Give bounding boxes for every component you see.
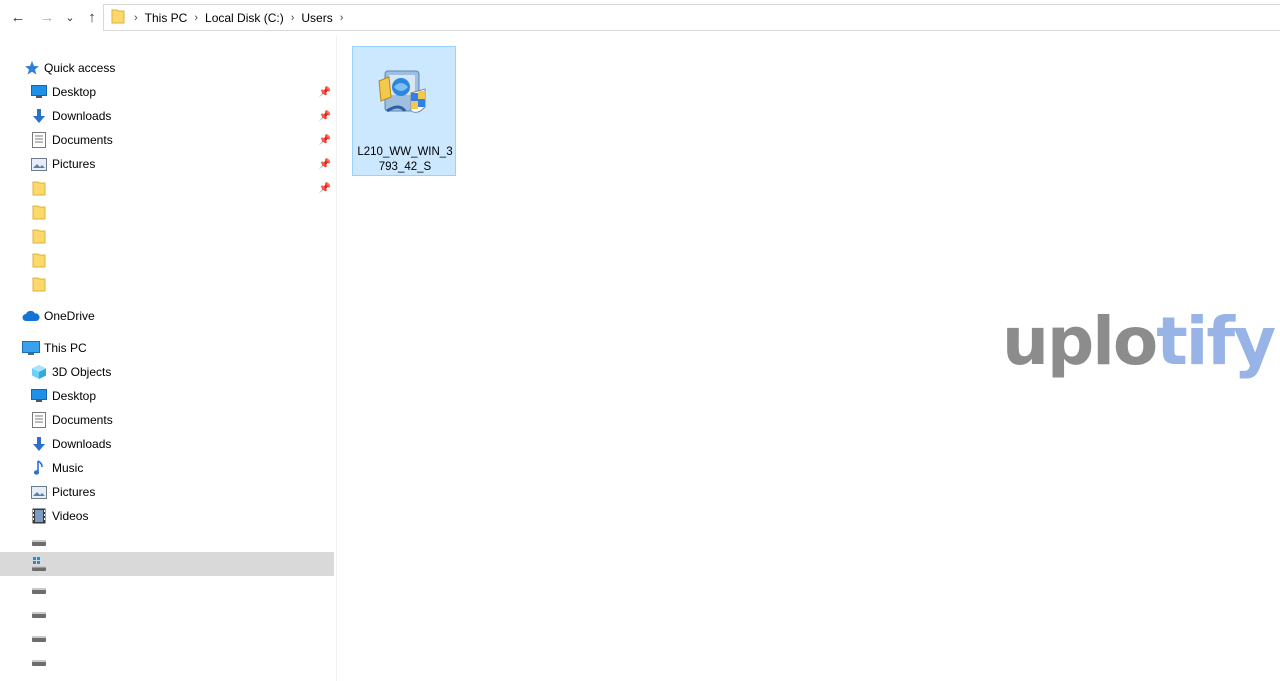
drive-icon <box>30 630 48 648</box>
music-icon <box>30 459 48 477</box>
navigation-bar: ← → ⌄ ↑ › This PC › Local Disk (C:) › Us… <box>0 0 1280 36</box>
recent-locations-button[interactable]: ⌄ <box>61 6 79 28</box>
sidebar-item-label: Downloads <box>52 109 112 123</box>
drive-icon <box>30 606 48 624</box>
pin-icon[interactable]: 📌 <box>319 182 331 194</box>
folder-icon <box>30 251 48 269</box>
uplotify-watermark-logo: uplotify <box>1002 302 1276 382</box>
sidebar-item-folder[interactable]: 📌 <box>0 176 334 200</box>
sidebar-item-local-disk[interactable] <box>0 552 334 576</box>
sidebar-item-drive[interactable] <box>0 651 334 675</box>
desktop-icon <box>30 387 48 405</box>
breadcrumb-users[interactable]: Users <box>297 11 336 25</box>
chevron-right-icon[interactable]: › <box>131 12 141 24</box>
sidebar-item-downloads[interactable]: Downloads <box>0 432 334 456</box>
folder-icon <box>30 179 48 197</box>
drive-icon <box>30 582 48 600</box>
chevron-right-icon[interactable]: › <box>288 12 298 24</box>
sidebar-item-onedrive[interactable]: OneDrive <box>0 304 334 328</box>
quick-access-label: Quick access <box>44 61 116 75</box>
documents-icon <box>30 131 48 149</box>
folder-icon <box>111 8 125 27</box>
desktop-icon <box>30 83 48 101</box>
sidebar-item-drive[interactable] <box>0 579 334 603</box>
sidebar-item-label: Desktop <box>52 85 97 99</box>
sidebar-item-3d-objects[interactable]: 3D Objects <box>0 360 334 384</box>
pin-icon[interactable]: 📌 <box>319 110 331 122</box>
documents-icon <box>30 411 48 429</box>
sidebar-item-downloads[interactable]: Downloads 📌 <box>0 104 334 128</box>
chevron-down-icon: ⌄ <box>65 11 75 24</box>
sidebar-item-label: Pictures <box>52 157 96 171</box>
address-bar[interactable]: › This PC › Local Disk (C:) › Users › <box>103 4 1280 31</box>
sidebar-item-label: Documents <box>52 413 113 427</box>
computer-icon <box>22 339 40 357</box>
folder-icon <box>30 275 48 293</box>
sidebar-item-pictures[interactable]: Pictures 📌 <box>0 152 334 176</box>
downloads-icon <box>30 435 48 453</box>
back-button[interactable]: ← <box>7 6 29 28</box>
installer-icon <box>375 67 431 123</box>
breadcrumb-this-pc[interactable]: This PC <box>141 11 192 25</box>
forward-arrow-icon: → <box>39 8 55 26</box>
sidebar-item-label: Pictures <box>52 485 96 499</box>
forward-button[interactable]: → <box>36 6 58 28</box>
chevron-right-icon[interactable]: › <box>191 12 201 24</box>
sidebar-item-desktop[interactable]: Desktop 📌 <box>0 80 334 104</box>
star-icon <box>23 59 41 77</box>
drive-icon <box>30 534 48 552</box>
sidebar-item-drive[interactable] <box>0 627 334 651</box>
pictures-icon <box>30 483 48 501</box>
sidebar-item-label: Downloads <box>52 437 112 451</box>
sidebar-item-documents[interactable]: Documents <box>0 408 334 432</box>
folder-icon <box>30 203 48 221</box>
sidebar-item-desktop[interactable]: Desktop <box>0 384 334 408</box>
cloud-icon <box>22 307 40 325</box>
sidebar-item-label: Music <box>52 461 84 475</box>
folder-icon <box>30 227 48 245</box>
sidebar-item-label: OneDrive <box>44 309 95 323</box>
quick-access-item[interactable]: Quick access <box>0 56 334 80</box>
sidebar-item-drive[interactable] <box>0 603 334 627</box>
file-name: L210_WW_WIN_3793_42_S <box>357 146 453 173</box>
pin-icon[interactable]: 📌 <box>319 158 331 170</box>
chevron-right-icon[interactable]: › <box>337 12 347 24</box>
up-button[interactable]: ↑ <box>81 6 103 28</box>
sidebar-item-folder[interactable] <box>0 272 334 296</box>
sidebar-item-label: Documents <box>52 133 113 147</box>
sidebar-item-label: Videos <box>52 509 89 523</box>
back-arrow-icon: ← <box>10 8 26 26</box>
pictures-icon <box>30 155 48 173</box>
sidebar-item-folder[interactable] <box>0 200 334 224</box>
sidebar-item-folder[interactable] <box>0 224 334 248</box>
sidebar-item-documents[interactable]: Documents 📌 <box>0 128 334 152</box>
sidebar-item-folder[interactable] <box>0 248 334 272</box>
drive-icon <box>30 654 48 672</box>
pin-icon[interactable]: 📌 <box>319 86 331 98</box>
watermark-part-2: tify <box>1156 303 1276 380</box>
navigation-pane: Quick access Desktop 📌 Downloads 📌 Docum… <box>0 56 336 681</box>
watermark-part-1: uplo <box>1002 303 1158 380</box>
file-item[interactable]: L210_WW_WIN_3793_42_S <box>352 46 456 176</box>
sidebar-item-label: 3D Objects <box>52 365 112 379</box>
breadcrumb-local-disk[interactable]: Local Disk (C:) <box>201 11 288 25</box>
sidebar-item-pictures[interactable]: Pictures <box>0 480 334 504</box>
sidebar-item-music[interactable]: Music <box>0 456 334 480</box>
pin-icon[interactable]: 📌 <box>319 134 331 146</box>
sidebar-item-label: This PC <box>44 341 87 355</box>
videos-icon <box>30 507 48 525</box>
sidebar-item-label: Desktop <box>52 389 97 403</box>
sidebar-item-this-pc[interactable]: This PC <box>0 336 334 360</box>
3d-objects-icon <box>30 363 48 381</box>
up-arrow-icon: ↑ <box>88 8 96 26</box>
downloads-icon <box>30 107 48 125</box>
sidebar-item-videos[interactable]: Videos <box>0 504 334 528</box>
windows-drive-icon <box>30 555 48 573</box>
